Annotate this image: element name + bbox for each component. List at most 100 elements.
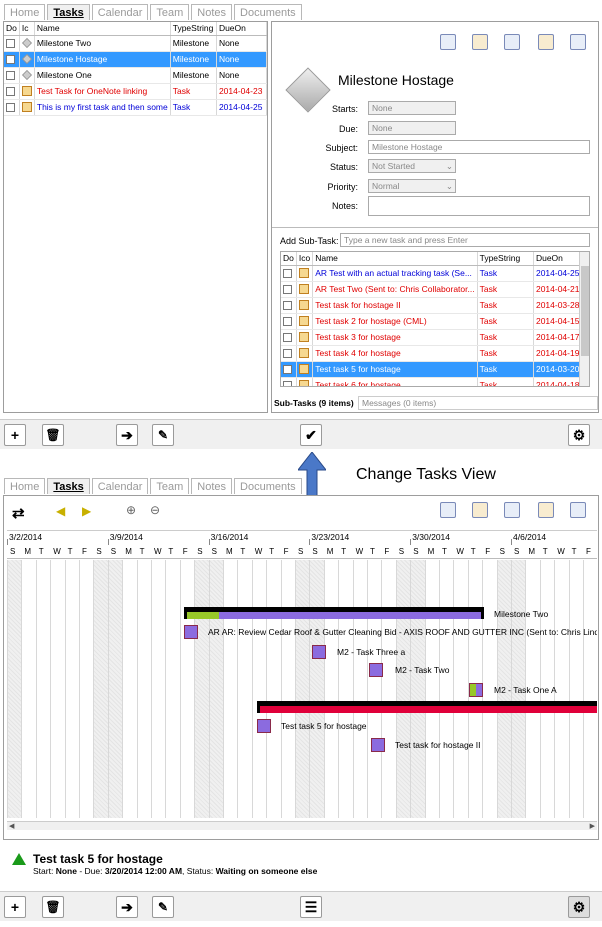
settings-button[interactable]: ⚙ <box>568 896 590 918</box>
zoom-out-icon[interactable]: ⊖ <box>150 503 160 517</box>
m2-three-bar[interactable] <box>312 645 326 659</box>
column-header[interactable]: Ic <box>19 22 35 36</box>
status-select[interactable]: Not Started ⌄ <box>368 159 456 173</box>
column-header[interactable]: Name <box>312 252 478 266</box>
subject-field[interactable]: Milestone Hostage <box>368 140 590 154</box>
scroll-right-icon[interactable]: ▶ <box>590 822 595 830</box>
clipboard-icon[interactable] <box>472 34 488 50</box>
done-checkbox-cell[interactable] <box>281 265 297 282</box>
edit-icon[interactable] <box>570 502 586 518</box>
tab-calendar[interactable]: Calendar <box>91 4 149 20</box>
done-checkbox-cell[interactable] <box>281 345 297 362</box>
next-arrow-icon[interactable]: ▶ <box>82 504 91 518</box>
tab-documents[interactable]: Documents <box>234 4 302 20</box>
column-header[interactable]: TypeString <box>477 252 534 266</box>
add-button[interactable]: + <box>4 424 26 446</box>
delete-button[interactable]: 🗑 <box>42 424 64 446</box>
table-row[interactable]: Test task for hostage II Task 2014-03-28 <box>281 297 589 314</box>
done-checkbox[interactable] <box>283 365 292 375</box>
tab-tasks[interactable]: Tasks <box>47 4 90 20</box>
column-header[interactable]: Do <box>281 252 297 266</box>
done-checkbox[interactable] <box>6 87 15 97</box>
tab-team[interactable]: Team <box>150 478 190 494</box>
checklist-icon[interactable] <box>538 34 554 50</box>
calendar-icon[interactable] <box>440 34 456 50</box>
priority-select[interactable]: Normal ⌄ <box>368 179 456 193</box>
done-checkbox[interactable] <box>6 39 15 49</box>
done-checkbox[interactable] <box>6 71 15 81</box>
done-checkbox[interactable] <box>283 333 292 343</box>
edit-button[interactable]: ✎ <box>152 896 174 918</box>
table-row[interactable]: Test task 4 for hostage Task 2014-04-19 <box>281 345 589 362</box>
starts-field[interactable]: None <box>368 101 456 115</box>
table-row[interactable]: This is my first task and then some Task 2… <box>4 99 268 116</box>
task2-bar[interactable] <box>371 738 385 752</box>
table-row[interactable]: Test Task for OneNote linking Task 2014-04… <box>4 83 268 100</box>
tab-team[interactable]: Team <box>150 4 190 20</box>
delete-button[interactable]: 🗑 <box>42 896 64 918</box>
due-field[interactable]: None <box>368 121 456 135</box>
done-checkbox[interactable] <box>283 317 292 327</box>
table-row[interactable]: Test task 2 for hostage (CML) Task 2014-04… <box>281 313 589 330</box>
edit-button[interactable]: ✎ <box>152 424 174 446</box>
column-header[interactable]: TypeString <box>170 22 217 36</box>
column-header[interactable]: Name <box>34 22 171 36</box>
done-checkbox-cell[interactable] <box>4 83 20 100</box>
tab-notes[interactable]: Notes <box>191 4 233 20</box>
m2-one-bar[interactable] <box>469 683 483 697</box>
clipboard-icon[interactable] <box>472 502 488 518</box>
done-checkbox[interactable] <box>283 301 292 311</box>
add-button[interactable]: + <box>4 896 26 918</box>
notes-field[interactable] <box>368 196 590 216</box>
done-checkbox-cell[interactable] <box>281 361 297 378</box>
task5-bar[interactable] <box>257 719 271 733</box>
export-icon[interactable] <box>504 502 520 518</box>
forward-button[interactable]: ➔ <box>116 896 138 918</box>
tab-tasks[interactable]: Tasks <box>47 478 90 494</box>
milestone-hostage-bar[interactable] <box>257 701 597 713</box>
milestone-two-bar[interactable] <box>184 607 484 619</box>
export-icon[interactable] <box>504 34 520 50</box>
prev-arrow-icon[interactable]: ◀ <box>56 504 65 518</box>
done-checkbox[interactable] <box>6 103 15 113</box>
done-checkbox-cell[interactable] <box>4 99 20 116</box>
done-checkbox[interactable] <box>283 285 292 295</box>
scroll-left-icon[interactable]: ◀ <box>9 822 14 830</box>
table-row[interactable]: Milestone Two Milestone None <box>4 35 268 52</box>
table-row[interactable]: Milestone Hostage Milestone None <box>4 51 268 68</box>
complete-button[interactable]: ✔ <box>300 424 322 446</box>
subtask-scrollbar[interactable] <box>579 252 589 386</box>
done-checkbox-cell[interactable] <box>4 67 20 84</box>
tab-notes[interactable]: Notes <box>191 478 233 494</box>
done-checkbox[interactable] <box>283 349 292 359</box>
edit-icon[interactable] <box>570 34 586 50</box>
table-row[interactable]: Test task 3 for hostage Task 2014-04-17 <box>281 329 589 346</box>
tab-subtasks[interactable]: Sub-Tasks (9 items) <box>274 398 354 408</box>
settings-button[interactable]: ⚙ <box>568 424 590 446</box>
table-row[interactable]: AR Test with an actual tracking task (Se… <box>281 265 589 282</box>
done-checkbox[interactable] <box>6 55 15 65</box>
add-subtask-input[interactable]: Type a new task and press Enter <box>340 233 590 247</box>
done-checkbox-cell[interactable] <box>281 313 297 330</box>
tab-messages[interactable]: Messages (0 items) <box>358 396 598 410</box>
zoom-in-icon[interactable]: ⊕ <box>126 503 136 517</box>
table-row[interactable]: AR Test Two (Sent to: Chris Collaborator… <box>281 281 589 298</box>
tab-documents[interactable]: Documents <box>234 478 302 494</box>
done-checkbox[interactable] <box>283 269 292 279</box>
refresh-icon[interactable]: ⇄ <box>12 504 25 522</box>
table-row[interactable]: Test task 6 for hostage Task 2014-04-18 <box>281 377 589 386</box>
done-checkbox-cell[interactable] <box>4 51 20 68</box>
scroll-thumb[interactable] <box>581 266 589 356</box>
gantt-scrollbar[interactable]: ◀ ▶ <box>7 821 597 830</box>
column-header[interactable]: DueOn <box>216 22 268 36</box>
column-header[interactable]: Do <box>4 22 20 36</box>
done-checkbox-cell[interactable] <box>281 297 297 314</box>
calendar-icon[interactable] <box>440 502 456 518</box>
forward-button[interactable]: ➔ <box>116 424 138 446</box>
column-header[interactable]: Ico <box>296 252 314 266</box>
checklist-icon[interactable] <box>538 502 554 518</box>
m2-two-bar[interactable] <box>369 663 383 677</box>
done-checkbox-cell[interactable] <box>4 35 20 52</box>
done-checkbox-cell[interactable] <box>281 377 297 386</box>
tab-calendar[interactable]: Calendar <box>91 478 149 494</box>
